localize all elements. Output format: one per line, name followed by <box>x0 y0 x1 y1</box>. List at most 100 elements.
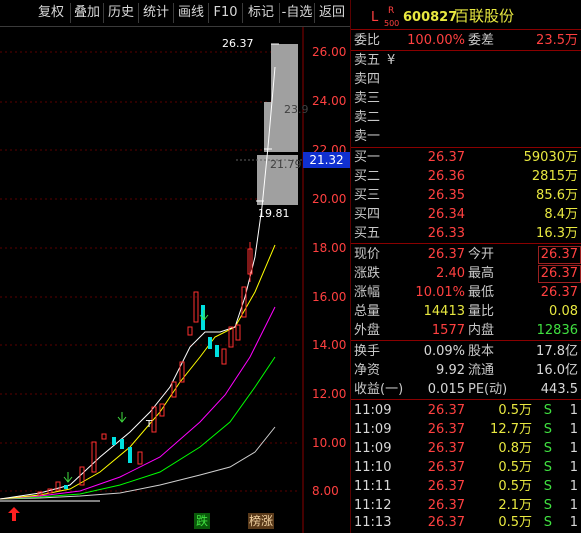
stock-name: 百联股份 <box>454 7 515 25</box>
draw-line-button[interactable]: 画线 <box>174 3 209 23</box>
weicha-value: 23.5万 <box>536 33 578 48</box>
candlestick-chart[interactable]: 26.00 24.00 22.00 20.00 18.00 16.00 14.0… <box>0 27 350 533</box>
down-arrow-icon <box>117 412 127 423</box>
sell-row: 卖二 <box>351 108 581 127</box>
tick-time: 11:09 <box>354 403 392 418</box>
quote-row: 外盘 1577 内盘 12836 <box>351 321 581 340</box>
high-value: 26.37 <box>537 265 581 283</box>
tick-count: 1 <box>569 441 578 456</box>
stock-code: 600827 <box>403 10 458 25</box>
buy-row: 买二 26.36 2815万 <box>351 167 581 186</box>
axis-label: 10.00 <box>312 436 347 450</box>
volume-label: 总量 <box>354 304 381 319</box>
now-price-value: 26.37 <box>427 247 465 262</box>
back-button[interactable]: 返回 <box>315 3 349 23</box>
axis-label: 24.00 <box>312 94 347 108</box>
outer-value: 1577 <box>431 323 465 338</box>
open-label: 今开 <box>468 247 495 262</box>
tick-count: 1 <box>569 403 578 418</box>
stock-header: L R 500 600827 百联股份 <box>351 6 581 28</box>
open-value: 26.37 <box>537 246 581 264</box>
candle <box>208 337 212 349</box>
sell-row: 卖五 ¥ <box>351 51 581 70</box>
chart-toolbar: 复权 叠加 历史 统计 画线 F10 标记 -自选 返回 <box>0 0 350 27</box>
tick-price: 26.37 <box>427 460 465 475</box>
die-badge: 跌 <box>194 513 210 529</box>
tick-row: 11:09 26.37 0.5万 S 1 <box>351 401 581 420</box>
buy4-label: 买四 <box>354 207 381 222</box>
axis-label: 20.00 <box>312 192 347 206</box>
tick-row: 11:09 26.37 12.7万 S 1 <box>351 420 581 439</box>
candle <box>187 326 193 336</box>
tick-volume: 12.7万 <box>490 422 532 437</box>
mid-annotation: 23.9 <box>284 103 309 116</box>
tick-side: S <box>543 403 552 418</box>
up-arrow-icon <box>8 507 20 521</box>
net-assets-label: 净资 <box>354 363 381 378</box>
buy3-price: 26.35 <box>427 188 465 203</box>
axis-label: 14.00 <box>312 338 347 352</box>
weibi-row: 委比 100.00% 委差 23.5万 <box>351 31 581 50</box>
tick-time: 11:10 <box>354 460 392 475</box>
history-button[interactable]: 历史 <box>104 3 139 23</box>
inner-value: 12836 <box>536 323 578 338</box>
sell5-label: 卖五 <box>354 53 381 68</box>
sell3-label: 卖三 <box>354 91 381 106</box>
buy5-volume: 16.3万 <box>536 226 578 241</box>
low-value: 26.37 <box>540 285 578 300</box>
float-label: 流通 <box>468 363 495 378</box>
tick-price: 26.37 <box>427 479 465 494</box>
quote-panel: L R 500 600827 百联股份 委比 100.00% 委差 23.5万 … <box>350 0 581 533</box>
axis-label: 18.00 <box>312 241 347 255</box>
buy5-price: 26.33 <box>427 226 465 241</box>
eps-value: 0.015 <box>427 382 465 397</box>
candle <box>120 439 124 449</box>
buy-row: 买四 26.34 8.4万 <box>351 205 581 224</box>
buy1-label: 买一 <box>354 150 381 165</box>
fuquan-button[interactable]: 复权 <box>32 3 71 23</box>
buy4-price: 26.34 <box>427 207 465 222</box>
overlay-button[interactable]: 叠加 <box>71 3 104 23</box>
watchlist-button[interactable]: -自选 <box>280 3 315 23</box>
candle <box>235 324 241 341</box>
buy1-price: 26.37 <box>427 150 465 165</box>
ma30-line <box>0 356 276 500</box>
current-price-marker: 21.32 <box>303 152 350 168</box>
tick-count: 1 <box>569 422 578 437</box>
tick-volume: 0.5万 <box>498 460 532 475</box>
ma20-line <box>0 306 276 500</box>
mid2-annotation: 21.79 <box>270 158 302 171</box>
sell-row: 卖三 <box>351 89 581 108</box>
weicha-label: 委差 <box>468 33 495 48</box>
statistics-button[interactable]: 统计 <box>139 3 174 23</box>
axis-label: 26.00 <box>312 45 347 59</box>
tick-side: S <box>543 422 552 437</box>
buy4-volume: 8.4万 <box>544 207 578 222</box>
candle <box>91 441 97 473</box>
candle <box>112 437 116 445</box>
fund-row: 净资 9.92 流通 16.0亿 <box>351 361 581 380</box>
pct-value: 10.01% <box>415 285 465 300</box>
tick-side: S <box>543 515 552 530</box>
tick-volume: 0.5万 <box>498 403 532 418</box>
bangzhang-badge: 榜涨 <box>248 513 274 529</box>
ma5-line <box>0 66 276 500</box>
mark-button[interactable]: 标记 <box>243 3 280 23</box>
down-arrow-icon <box>63 472 73 483</box>
tick-volume: 0.5万 <box>498 479 532 494</box>
tick-time: 11:13 <box>354 515 392 530</box>
pe-label: PE(动) <box>468 382 508 397</box>
candle <box>159 403 165 417</box>
tick-price: 26.37 <box>427 403 465 418</box>
inner-label: 内盘 <box>468 323 495 338</box>
tick-volume: 0.8万 <box>498 441 532 456</box>
candle <box>101 433 107 440</box>
sell-row: 卖四 <box>351 70 581 89</box>
f10-button[interactable]: F10 <box>209 3 243 23</box>
weibi-value: 100.00% <box>407 33 465 48</box>
change-value: 2.40 <box>436 266 465 281</box>
buy3-volume: 85.6万 <box>536 188 578 203</box>
now-price-label: 现价 <box>354 247 381 262</box>
candle <box>215 345 219 357</box>
vol-ratio-label: 量比 <box>468 304 495 319</box>
